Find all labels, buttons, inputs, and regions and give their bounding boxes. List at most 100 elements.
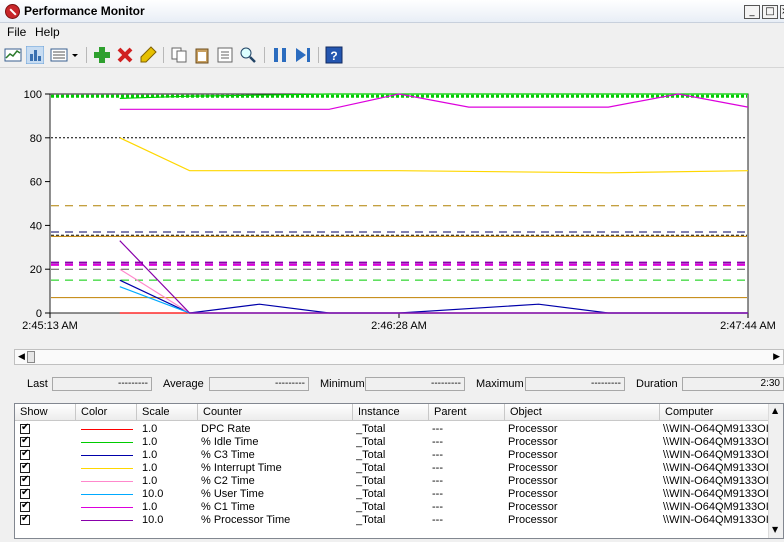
cell-counter: % Idle Time	[201, 436, 259, 448]
add-counter-icon[interactable]	[93, 46, 111, 64]
cell-object: Processor	[508, 501, 558, 513]
cell-parent: ---	[432, 436, 443, 448]
cell-parent: ---	[432, 488, 443, 500]
average-label: Average	[163, 378, 204, 390]
scrollbar-thumb[interactable]	[27, 351, 35, 363]
dropdown-icon[interactable]	[70, 46, 80, 64]
properties-icon[interactable]	[216, 46, 234, 64]
show-checkbox[interactable]	[20, 448, 30, 460]
menu-help[interactable]: Help	[35, 25, 60, 39]
col-parent[interactable]: Parent	[434, 406, 466, 418]
table-row[interactable]: 1.0 % Interrupt Time _Total --- Processor \\W…	[15, 461, 770, 475]
toolbar: ?	[0, 43, 784, 68]
help-icon[interactable]: ?	[325, 46, 343, 64]
table-row[interactable]: 1.0 % C2 Time _Total --- Processor \\WIN-O64Q…	[15, 474, 770, 488]
cell-computer: \\WIN-O64QM9133OI	[663, 475, 769, 487]
table-vertical-scrollbar[interactable]: ▲ ▼	[768, 404, 783, 538]
x-tick-label: 2:47:44 AM	[720, 320, 776, 332]
copy-properties-icon[interactable]	[170, 46, 188, 64]
cell-computer: \\WIN-O64QM9133OI	[663, 501, 769, 513]
table-row[interactable]: 1.0 % Idle Time _Total --- Processor \\WIN-O6…	[15, 435, 770, 449]
y-tick-label: 100	[24, 89, 42, 101]
window-title: Performance Monitor	[24, 4, 145, 18]
show-checkbox[interactable]	[20, 435, 30, 447]
y-tick-label: 20	[30, 264, 42, 276]
cell-instance: _Total	[356, 488, 386, 500]
cell-parent: ---	[432, 449, 443, 461]
cell-parent: ---	[432, 501, 443, 513]
maximum-label: Maximum	[476, 378, 524, 390]
show-checkbox[interactable]	[20, 500, 30, 512]
cell-scale: 1.0	[142, 501, 158, 513]
change-graph-type-icon[interactable]	[50, 46, 68, 64]
cell-scale: 1.0	[142, 423, 158, 435]
paste-counter-list-icon[interactable]	[193, 46, 211, 64]
col-color[interactable]: Color	[81, 406, 107, 418]
time-scrollbar[interactable]: ◀ ▶	[14, 349, 784, 365]
col-show[interactable]: Show	[20, 406, 48, 418]
table-row[interactable]: 1.0 % C1 Time _Total --- Processor \\WIN-O64Q…	[15, 500, 770, 514]
show-checkbox[interactable]	[20, 474, 30, 486]
table-row[interactable]: 10.0 % Processor Time _Total --- Processor \\…	[15, 513, 770, 527]
show-checkbox[interactable]	[20, 513, 30, 525]
cell-object: Processor	[508, 462, 558, 474]
scroll-down-arrow-icon[interactable]: ▼	[772, 525, 778, 534]
cell-computer: \\WIN-O64QM9133OI	[663, 436, 769, 448]
cell-instance: _Total	[356, 423, 386, 435]
show-checkbox[interactable]	[20, 487, 30, 499]
cell-object: Processor	[508, 475, 558, 487]
cell-counter: % C3 Time	[201, 449, 255, 461]
cell-scale: 10.0	[142, 488, 164, 500]
last-value: ---------	[52, 377, 152, 391]
y-tick-label: 0	[36, 308, 42, 320]
show-checkbox[interactable]	[20, 422, 30, 434]
scroll-right-arrow-icon[interactable]: ▶	[773, 352, 780, 362]
cell-computer: \\WIN-O64QM9133OI	[663, 488, 769, 500]
cell-scale: 1.0	[142, 475, 158, 487]
cell-parent: ---	[432, 462, 443, 474]
freeze-display-icon[interactable]	[271, 46, 289, 64]
close-button[interactable]: ×	[780, 5, 784, 19]
view-graph-icon[interactable]	[4, 46, 22, 64]
col-counter[interactable]: Counter	[203, 406, 242, 418]
cell-scale: 1.0	[142, 462, 158, 474]
cell-instance: _Total	[356, 449, 386, 461]
scroll-up-arrow-icon[interactable]: ▲	[772, 406, 778, 415]
cell-counter: % Processor Time	[201, 514, 291, 526]
cell-object: Processor	[508, 514, 558, 526]
minimum-value: ---------	[365, 377, 465, 391]
cell-object: Processor	[508, 423, 558, 435]
duration-value: 2:30	[682, 377, 784, 391]
y-tick-label: 80	[30, 133, 42, 145]
table-row[interactable]: 1.0 % C3 Time _Total --- Processor \\WIN-O64Q…	[15, 448, 770, 462]
last-label: Last	[27, 378, 48, 390]
col-computer[interactable]: Computer	[665, 406, 713, 418]
maximize-button[interactable]: □	[762, 5, 778, 19]
color-swatch	[81, 429, 133, 430]
minimize-button[interactable]: _	[744, 5, 760, 19]
col-object[interactable]: Object	[510, 406, 542, 418]
update-data-icon[interactable]	[294, 46, 312, 64]
show-checkbox[interactable]	[20, 461, 30, 473]
perfmon-app-icon	[5, 4, 20, 19]
cell-scale: 10.0	[142, 514, 164, 526]
col-scale[interactable]: Scale	[142, 406, 170, 418]
table-row[interactable]: 1.0 DPC Rate _Total --- Processor \\WIN-O64QM…	[15, 422, 770, 436]
color-swatch	[81, 442, 133, 443]
view-histogram-icon[interactable]	[26, 46, 44, 64]
x-tick-label: 2:45:13 AM	[22, 320, 78, 332]
cell-parent: ---	[432, 514, 443, 526]
scroll-left-arrow-icon[interactable]: ◀	[18, 352, 25, 362]
maximum-value: ---------	[525, 377, 625, 391]
cell-scale: 1.0	[142, 449, 158, 461]
delete-counter-icon[interactable]	[116, 46, 134, 64]
zoom-icon[interactable]	[239, 46, 257, 64]
performance-graph[interactable]: 0 20 40 60 80 100 2:45:13 AM 2:46:28 AM 2:47:44 …	[0, 70, 784, 340]
menu-file[interactable]: File	[7, 25, 26, 39]
col-instance[interactable]: Instance	[358, 406, 400, 418]
cell-parent: ---	[432, 475, 443, 487]
highlight-icon[interactable]	[139, 46, 157, 64]
cell-instance: _Total	[356, 462, 386, 474]
table-row[interactable]: 10.0 % User Time _Total --- Processor \\WIN-O…	[15, 487, 770, 501]
duration-label: Duration	[636, 378, 678, 390]
